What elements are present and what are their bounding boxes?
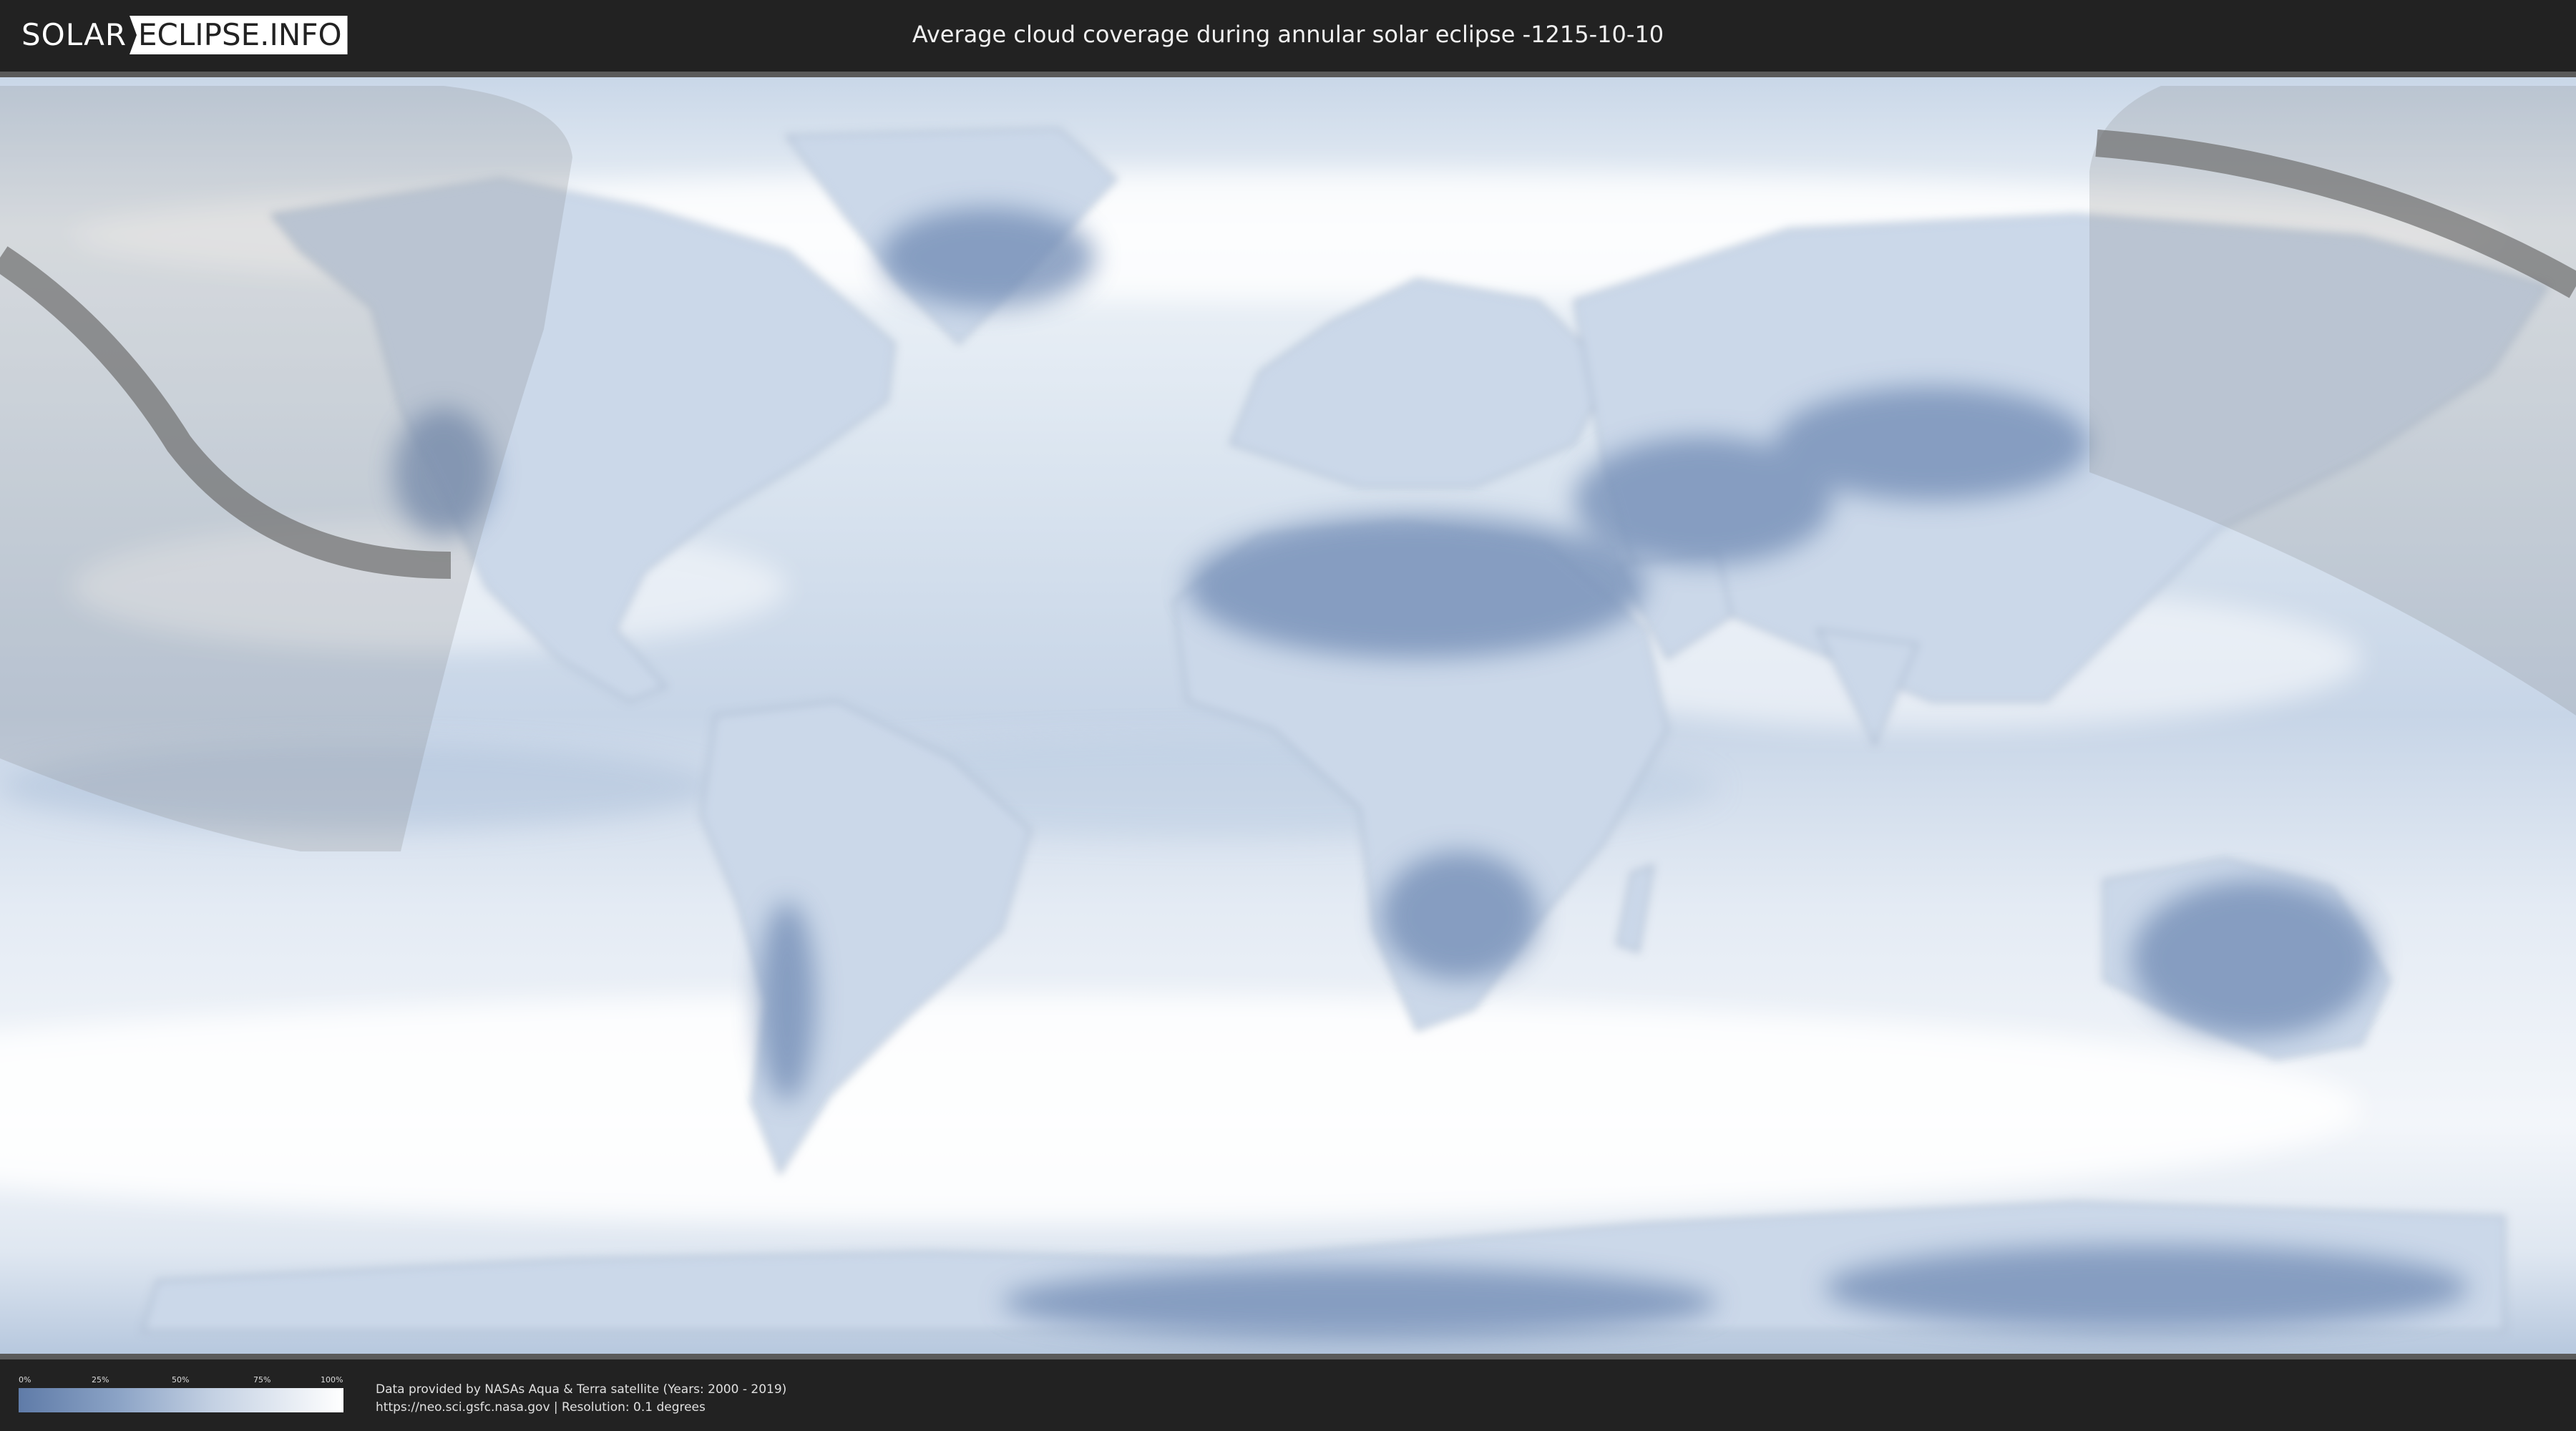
page-title: Average cloud coverage during annular so… bbox=[912, 21, 1664, 48]
legend-tick-75: 75% bbox=[253, 1375, 271, 1384]
legend-tick-0: 0% bbox=[19, 1375, 31, 1384]
world-map-svg bbox=[0, 72, 2576, 1359]
legend-color-bar bbox=[19, 1388, 343, 1412]
legend-tick-50: 50% bbox=[172, 1375, 190, 1384]
footer-bar: 0% 25% 50% 75% 100% Data provided by NAS… bbox=[0, 1359, 2576, 1431]
legend-ticks: 0% 25% 50% 75% 100% bbox=[19, 1375, 343, 1387]
cloud-coverage-map bbox=[0, 72, 2576, 1359]
cloud-coverage-legend: 0% 25% 50% 75% 100% bbox=[19, 1375, 343, 1412]
data-credits: Data provided by NASAs Aqua & Terra sate… bbox=[376, 1381, 786, 1417]
header-bar: SOLAR ECLIPSE.INFO Average cloud coverag… bbox=[0, 0, 2576, 72]
legend-tick-100: 100% bbox=[321, 1375, 343, 1384]
legend-tick-25: 25% bbox=[92, 1375, 109, 1384]
credit-line-source: Data provided by NASAs Aqua & Terra sate… bbox=[376, 1382, 787, 1397]
credit-line-url[interactable]: https://neo.sci.gsfc.nasa.gov | Resoluti… bbox=[376, 1399, 786, 1417]
